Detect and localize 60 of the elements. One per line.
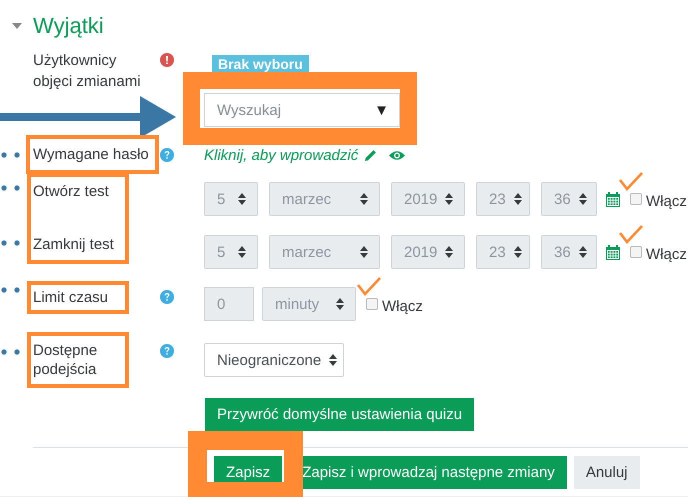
- date-select[interactable]: 5: [204, 182, 258, 216]
- help-icon[interactable]: [160, 148, 174, 162]
- unit-select[interactable]: minuty: [262, 287, 356, 321]
- enable-label: Włącz: [646, 192, 687, 210]
- tick-mark-icon: [356, 277, 381, 296]
- calendar-icon[interactable]: [606, 244, 620, 260]
- date-select[interactable]: 23: [476, 182, 530, 216]
- required-icon: [160, 53, 174, 67]
- field-label: Otwórz test: [33, 182, 109, 202]
- date-select[interactable]: marzec: [269, 182, 380, 216]
- date-select[interactable]: marzec: [269, 235, 380, 269]
- bullet-dots-icon: [1, 240, 20, 246]
- updown-icon: [514, 193, 522, 205]
- selection-badge: Brak wyboru: [212, 55, 309, 73]
- field-label: Użytkownicy objęci zmianami: [33, 51, 142, 92]
- date-select[interactable]: 36: [541, 235, 597, 269]
- help-icon[interactable]: [160, 344, 174, 358]
- updown-icon: [578, 193, 587, 205]
- bullet-dots-icon: [1, 152, 20, 158]
- section-title[interactable]: Wyjątki: [33, 13, 104, 39]
- updown-icon: [578, 246, 587, 258]
- cancel-button[interactable]: Anuluj: [574, 456, 640, 489]
- updown-icon: [360, 246, 368, 258]
- field-label: Wymagane hasło: [33, 145, 149, 165]
- enable-label: Włącz: [646, 246, 687, 262]
- reset-defaults-button[interactable]: Przywróć domyślne ustawienia quizu: [205, 398, 474, 431]
- date-select[interactable]: 5: [204, 235, 258, 269]
- eye-icon[interactable]: [389, 150, 406, 160]
- updown-icon: [445, 193, 454, 205]
- calendar-icon[interactable]: [606, 192, 620, 206]
- tick-mark-icon: [618, 172, 643, 191]
- bullet-dots-icon: [1, 185, 20, 191]
- date-select[interactable]: 36: [541, 182, 597, 216]
- collapse-caret-icon[interactable]: [12, 23, 22, 29]
- search-dropdown[interactable]: Wyszukaj ▼: [204, 93, 400, 127]
- updown-icon: [329, 354, 338, 366]
- field-label: Limit czasu: [33, 288, 108, 308]
- updown-icon: [514, 246, 522, 258]
- updown-icon: [360, 193, 368, 205]
- field-label: Zamknij test: [33, 235, 114, 255]
- enable-checkbox[interactable]: [630, 246, 642, 258]
- time-limit-input[interactable]: 0: [204, 287, 254, 321]
- tick-mark-icon: [618, 225, 643, 244]
- updown-icon: [336, 298, 344, 310]
- updown-icon: [238, 246, 246, 258]
- enter-password-link[interactable]: Kliknij, aby wprowadzić: [204, 146, 358, 164]
- pencil-icon[interactable]: [364, 148, 378, 162]
- enable-checkbox[interactable]: [366, 298, 378, 310]
- bullet-dots-icon: [1, 349, 20, 355]
- date-select[interactable]: 2019: [391, 235, 465, 269]
- date-select[interactable]: 2019: [391, 182, 465, 216]
- enable-checkbox[interactable]: [630, 193, 642, 205]
- date-select[interactable]: 23: [476, 235, 530, 269]
- help-icon[interactable]: [160, 290, 174, 304]
- attempts-select[interactable]: Nieograniczone: [204, 343, 344, 377]
- bullet-dots-icon: [1, 287, 20, 293]
- updown-icon: [445, 246, 454, 258]
- field-label: Dostępne podejścia: [33, 341, 98, 379]
- updown-icon: [238, 193, 246, 205]
- enable-label: Włącz: [382, 298, 423, 314]
